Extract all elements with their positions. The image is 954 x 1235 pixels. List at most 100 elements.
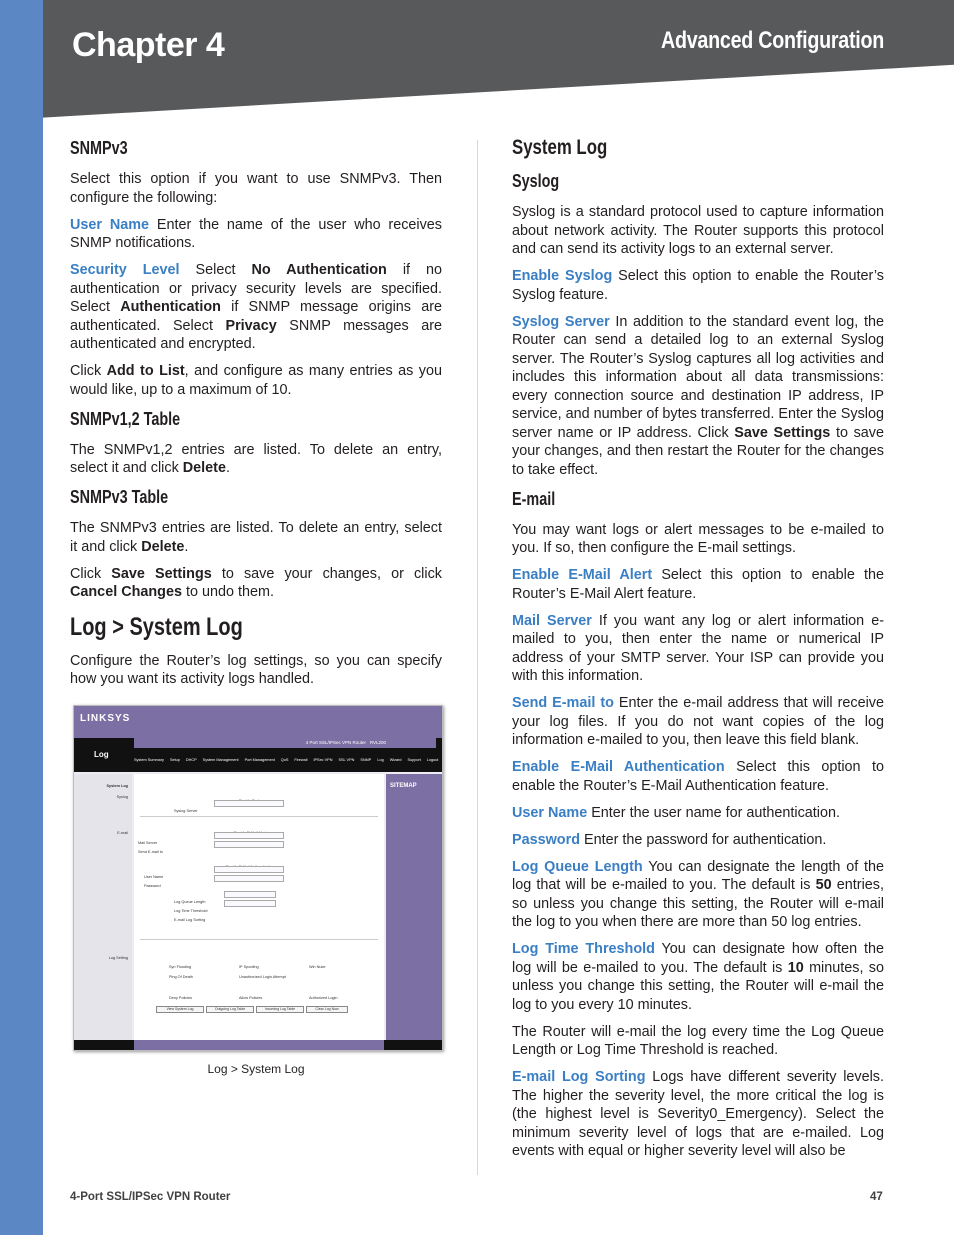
fig-section: E-mail	[117, 830, 128, 835]
fig-tab: System Management	[202, 757, 239, 762]
system-log-screenshot: LINKSYS Log 4 Port SSL/IPSec VPN Router …	[73, 704, 443, 1051]
text: Enter the user name for authentication.	[587, 804, 840, 821]
text: to undo them.	[181, 584, 274, 600]
text: to save your changes, or click	[211, 565, 442, 582]
paragraph: Mail Server If you want any log or alert…	[512, 612, 884, 686]
paragraph: Syslog Server In addition to the standar…	[512, 313, 884, 480]
column-divider	[477, 140, 478, 1175]
fig-check: Authorized Login	[309, 995, 338, 1000]
paragraph: Enable E-Mail Authentication Select this…	[512, 758, 884, 795]
bold-text: No Authentication	[251, 262, 387, 278]
fig-tab: SSL VPN	[338, 757, 355, 762]
text: Click	[70, 565, 112, 582]
bold-text: Authentication	[120, 299, 221, 315]
bold-text: 10	[787, 959, 804, 976]
fig-input	[214, 874, 284, 882]
term: Log Queue Length	[512, 858, 643, 875]
fig-tab: Log	[377, 757, 384, 762]
bold-text: Save Settings	[111, 565, 212, 582]
paragraph: The Router will e-mail the log every tim…	[512, 1023, 884, 1060]
fig-button: View System Log	[156, 1005, 204, 1013]
figure-caption: Log > System Log	[207, 1061, 305, 1076]
fig-field: E-mail Log Sorting	[174, 917, 206, 922]
paragraph: Select this option if you want to use SN…	[70, 170, 442, 207]
fig-tab: Setup	[169, 757, 180, 762]
fig-input	[214, 865, 284, 873]
fig-tab: DHCP	[185, 757, 197, 762]
text: Select this option if you want to use SN…	[70, 171, 442, 206]
fig-model: RVL200	[369, 739, 386, 745]
fig-section: Syslog	[116, 794, 128, 799]
linksys-logo: LINKSYS	[80, 712, 131, 724]
chapter-title: Chapter 4	[72, 26, 225, 64]
paragraph: Log Time Threshold You can designate how…	[512, 940, 884, 1014]
paragraph: Configure the Router’s log settings, so …	[70, 652, 442, 689]
text: .	[184, 538, 189, 555]
bold-text: Save Settings	[734, 424, 831, 441]
fig-button: Outgoing Log Table	[206, 1005, 254, 1013]
fig-tab: Port Management	[244, 757, 275, 762]
paragraph: Enable E-Mail Alert Select this option t…	[512, 566, 884, 603]
paragraph: Send E-mail to Enter the e-mail address …	[512, 694, 884, 750]
term: Enable E-Mail Alert	[512, 567, 653, 583]
left-text: SNMPv3 Select this option if you want to …	[70, 137, 442, 689]
fig-save: Save Settings	[284, 1043, 307, 1050]
paragraph: Password Enter the password for authenti…	[512, 831, 884, 850]
page-number: 47	[870, 1191, 883, 1203]
text: The SNMPv1,2 entries are listed. To dele…	[70, 441, 442, 477]
paragraph: E-mail Log Sorting Logs have different s…	[512, 1068, 884, 1161]
fig-input	[214, 840, 284, 848]
term: Password	[512, 831, 580, 848]
fig-field: Password	[144, 883, 161, 888]
section-title: Advanced Configuration	[660, 27, 884, 54]
fig-sitemap-panel: SITEMAP	[386, 773, 442, 1040]
subheading: SNMPv3	[70, 138, 128, 158]
fig-check: Unauthorized Login Attempt	[239, 974, 286, 979]
text: The SNMPv3 entries are listed. To delete…	[70, 520, 442, 555]
term: Mail Server	[512, 612, 592, 629]
bold-text: 50	[815, 877, 832, 893]
paragraph: You may want logs or alert messages to b…	[512, 521, 884, 558]
fig-input	[214, 831, 284, 839]
fig-check: Win Nuke	[309, 964, 326, 969]
bold-text: Delete	[182, 460, 226, 476]
fig-input	[224, 890, 276, 898]
fig-tab: System Summary	[134, 757, 164, 762]
text: The Router will e-mail the log every tim…	[512, 1023, 884, 1059]
text: You may want logs or alert messages to b…	[512, 521, 884, 557]
text: Click	[70, 363, 107, 379]
fig-banner: LINKSYS	[74, 705, 442, 738]
fig-divider	[140, 938, 378, 940]
fig-tab: Logout	[426, 757, 439, 762]
fig-button: Incoming Log Table	[256, 1005, 304, 1013]
fig-tab: Support	[407, 757, 421, 762]
left-column: SNMPv3 Select this option if you want to …	[70, 137, 443, 1078]
paragraph: User Name Enter the user name for authen…	[512, 804, 884, 823]
fig-field: Send E-mail to	[138, 849, 163, 854]
fig-field: Syslog Server	[174, 808, 198, 813]
term: User Name	[70, 216, 150, 233]
fig-tab: Firewall	[294, 757, 308, 762]
text: In addition to the standard event log, t…	[512, 313, 884, 441]
paragraph: Click Save Settings to save your changes…	[70, 565, 442, 602]
fig-page-title: Log	[94, 749, 109, 759]
text: Enter the password for authentication.	[579, 831, 827, 848]
side-stripe	[0, 0, 43, 1235]
term: Security Level	[70, 262, 180, 278]
fig-footer: Save Settings Cancel Changes	[74, 1039, 442, 1050]
fig-form: Enable Syslog Syslog Server Enable E-Mai…	[134, 773, 384, 1040]
fig-footer-buttons: Save Settings Cancel Changes	[134, 1039, 384, 1050]
bold-text: Delete	[141, 538, 185, 555]
fig-input	[224, 899, 276, 907]
fig-check: Allow Policies	[239, 995, 263, 1000]
fig-cancel: Cancel Changes	[329, 1043, 357, 1050]
fig-check: Deny Policies	[169, 995, 193, 1000]
fig-input	[214, 799, 284, 807]
paragraph: Security Level Select No Authentication …	[70, 261, 442, 354]
fig-section: Log Setting	[108, 955, 128, 960]
paragraph: User Name Enter the name of the user who…	[70, 216, 442, 253]
text: Select	[179, 262, 252, 278]
paragraph: The SNMPv3 entries are listed. To delete…	[70, 519, 442, 556]
term: User Name	[512, 804, 588, 821]
text: Syslog is a standard protocol used to ca…	[512, 204, 884, 257]
